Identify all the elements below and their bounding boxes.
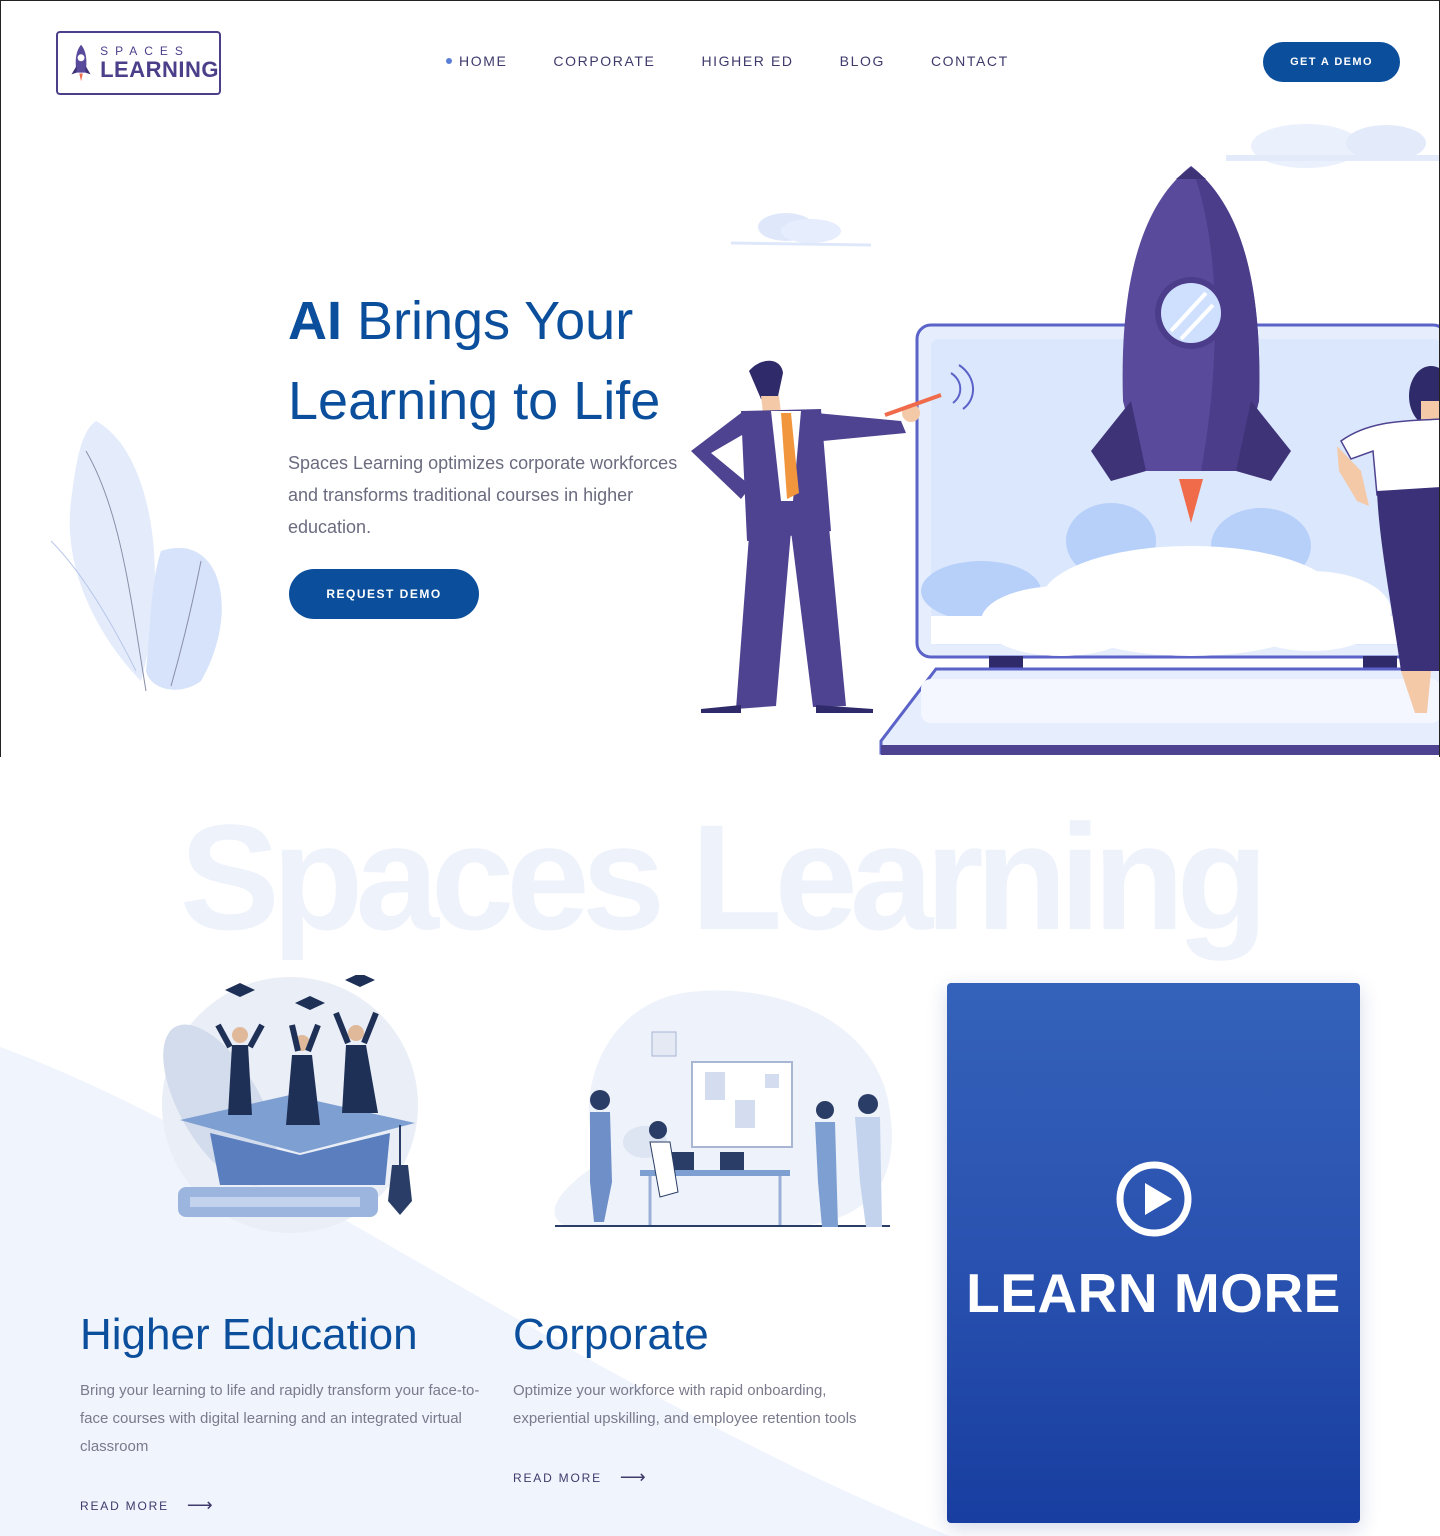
services-section: Spaces Learning Higher Education Bring y…	[0, 757, 1440, 1536]
nav-corporate-label: CORPORATE	[553, 53, 656, 69]
nav-contact[interactable]: CONTACT	[931, 53, 1009, 69]
hero-title-rest: Brings Your	[342, 291, 634, 351]
learn-more-label: LEARN MORE	[966, 1262, 1341, 1324]
main-nav: HOME CORPORATE HIGHER ED BLOG CONTACT	[446, 53, 1055, 69]
nav-higher-ed-label: HIGHER ED	[701, 53, 794, 69]
hero-title-bold: AI	[288, 291, 342, 351]
corporate-description: Optimize your workforce with rapid onboa…	[513, 1382, 857, 1427]
nav-contact-label: CONTACT	[930, 53, 1009, 69]
leaf-illustration	[50, 421, 222, 692]
higher-ed-description: Bring your learning to life and rapidly …	[80, 1382, 480, 1455]
corporate-read-more-link[interactable]: READ MORE ⟶	[513, 1467, 646, 1488]
page: SPACES LEARNING HOME CORPORATE HIGHER ED…	[0, 0, 1440, 1536]
arrow-right-icon: ⟶	[619, 1467, 646, 1487]
office-team-illustration	[554, 990, 892, 1227]
get-demo-button[interactable]: GET A DEMO	[1263, 42, 1400, 82]
hero-description: Spaces Learning optimizes corporate work…	[288, 453, 678, 537]
nav-home-label: HOME	[459, 53, 508, 69]
hero-title-line2: Learning to Life	[288, 371, 661, 431]
logo-big-text: LEARNING	[100, 57, 219, 82]
request-demo-button[interactable]: REQUEST DEMO	[289, 569, 479, 619]
hero-section: SPACES LEARNING HOME CORPORATE HIGHER ED…	[0, 0, 1440, 757]
higher-ed-read-more-label: READ MORE	[80, 1498, 169, 1513]
higher-ed-title: Higher Education	[80, 1310, 418, 1359]
watermark-text: Spaces Learning	[179, 793, 1268, 961]
logo-small-text: SPACES	[100, 44, 190, 58]
nav-corporate[interactable]: CORPORATE	[553, 53, 655, 69]
nav-higher-ed[interactable]: HIGHER ED	[701, 53, 793, 69]
nav-blog[interactable]: BLOG	[840, 53, 885, 69]
play-icon	[1116, 1161, 1191, 1237]
corporate-title: Corporate	[513, 1310, 709, 1359]
active-dot-icon	[446, 58, 452, 64]
nav-home[interactable]: HOME	[446, 53, 507, 69]
corporate-read-more-label: READ MORE	[513, 1470, 602, 1485]
arrow-right-icon: ⟶	[186, 1495, 213, 1515]
learn-more-video-card[interactable]: LEARN MORE	[947, 983, 1360, 1523]
nav-blog-label: BLOG	[839, 53, 885, 69]
rocket-logo-icon	[71, 44, 91, 82]
higher-ed-read-more-link[interactable]: READ MORE ⟶	[80, 1495, 213, 1516]
logo[interactable]: SPACES LEARNING	[56, 31, 221, 95]
graduation-illustration	[162, 975, 418, 1233]
rocket-launch-illustration	[691, 166, 1439, 755]
